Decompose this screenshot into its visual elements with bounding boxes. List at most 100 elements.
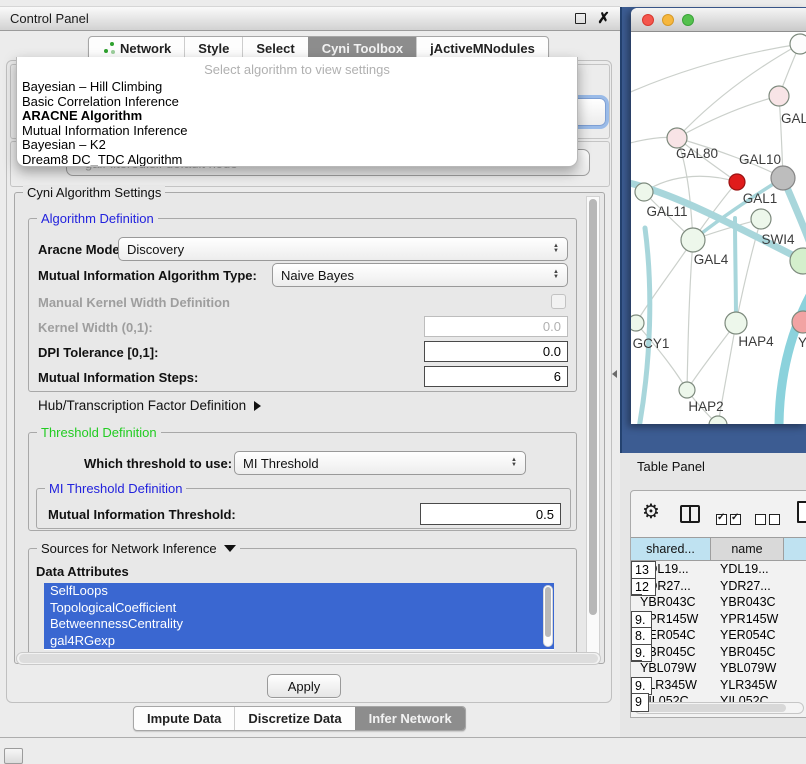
mi-steps-input[interactable]: [424, 366, 568, 387]
network-node-label-gal10: GAL10: [739, 152, 781, 167]
scrollbar-thumb[interactable]: [545, 587, 551, 637]
mi-threshold-input[interactable]: [420, 503, 561, 525]
table-horizontal-scrollbar[interactable]: [634, 702, 804, 714]
algorithm-definition-title: Algorithm Definition: [37, 211, 158, 226]
network-node-partial-top[interactable]: [790, 34, 806, 54]
zoom-traffic-light-icon[interactable]: [682, 14, 694, 26]
which-threshold-combo[interactable]: MI Threshold ▲▼: [234, 451, 526, 475]
sources-title-text: Sources for Network Inference: [41, 541, 217, 556]
network-node-label-hap2: HAP2: [688, 399, 723, 414]
algorithm-option[interactable]: Bayesian – K2: [17, 138, 577, 153]
algorithm-dropdown-placeholder: Select algorithm to view settings: [17, 59, 577, 80]
table-panel-title: Table Panel: [637, 459, 705, 474]
table-row[interactable]: YDR27...YDR27...12: [631, 578, 806, 595]
network-node-gal80[interactable]: [667, 128, 687, 148]
tab-impute-data[interactable]: Impute Data: [134, 707, 234, 730]
threshold-definition-title: Threshold Definition: [37, 425, 161, 440]
table-row[interactable]: YBL079WYBL079W: [631, 660, 806, 677]
network-node-red-node[interactable]: [729, 174, 745, 190]
table-cell: YBL079W: [711, 660, 784, 677]
scrollbar-thumb[interactable]: [636, 704, 786, 712]
unchecked-columns-icon[interactable]: [755, 512, 783, 530]
tab-label: Select: [256, 41, 294, 56]
kernel-width-label: Kernel Width (0,1):: [38, 320, 153, 335]
network-node-gal1[interactable]: [751, 209, 771, 229]
data-attribute-item[interactable]: gal4RGexp: [44, 633, 554, 650]
table-row[interactable]: YBR043CYBR043C: [631, 594, 806, 611]
network-node-label-hap4: HAP4: [738, 334, 774, 349]
settings-vertical-scrollbar[interactable]: [586, 196, 600, 658]
tab-discretize-data[interactable]: Discretize Data: [234, 707, 354, 730]
gear-icon[interactable]: ⚙: [642, 499, 660, 524]
network-canvas[interactable]: GALGAL80GAL10GAL1GAL11SWI4GAL4GCY1HAP4YH…: [631, 32, 806, 424]
scrollbar-thumb[interactable]: [589, 199, 597, 615]
mi-algorithm-type-combo[interactable]: Naive Bayes ▲▼: [272, 263, 568, 287]
table-cell: YPR145W: [711, 611, 784, 628]
table-row[interactable]: YLR345WYLR345W9.: [631, 677, 806, 694]
table-row[interactable]: YDL19...YDL19...13: [631, 561, 806, 578]
kernel-width-input[interactable]: [424, 316, 568, 337]
table-cell: [631, 660, 642, 662]
collapse-arrow-icon: [224, 545, 236, 552]
network-node-gal-clipped[interactable]: [769, 86, 789, 106]
settings-horizontal-scrollbar[interactable]: [16, 652, 601, 665]
data-attribute-item[interactable]: TopologicalCoefficient: [44, 600, 554, 617]
column-header[interactable]: shared...: [631, 537, 711, 561]
expander-arrow-icon: [254, 401, 261, 411]
network-node-label-gal-clipped: GAL: [781, 111, 806, 126]
algorithm-option[interactable]: ARACNE Algorithm: [17, 109, 577, 124]
close-traffic-light-icon[interactable]: [642, 14, 654, 26]
algorithm-dropdown-list: Bayesian – Hill ClimbingBasic Correlatio…: [17, 80, 577, 167]
network-node-label-gal1: GAL1: [743, 191, 778, 206]
column-header[interactable]: [784, 537, 806, 561]
algorithm-option[interactable]: Basic Correlation Inference: [17, 95, 577, 110]
network-node-gal11[interactable]: [635, 183, 653, 201]
bottom-divider: [0, 737, 806, 738]
network-node-partial-bottom[interactable]: [709, 416, 727, 424]
dpi-tolerance-label: DPI Tolerance [0,1]:: [38, 345, 158, 360]
table-panel: ⚙ shared...name YDL19...YDL19...13YDR27.…: [630, 490, 806, 718]
network-node-hap4[interactable]: [725, 312, 747, 334]
table-row[interactable]: YBR045CYBR045C9.: [631, 644, 806, 661]
column-header[interactable]: name: [711, 537, 784, 561]
tab-label: Style: [198, 41, 229, 56]
network-window[interactable]: GALGAL80GAL10GAL1GAL11SWI4GAL4GCY1HAP4YH…: [631, 8, 806, 424]
document-icon[interactable]: [797, 501, 806, 523]
network-node-gal10[interactable]: [771, 166, 795, 190]
minimize-traffic-light-icon[interactable]: [662, 14, 674, 26]
table-row[interactable]: YER054CYER054C8.: [631, 627, 806, 644]
hub-definition-expander[interactable]: Hub/Transcription Factor Definition: [38, 398, 261, 413]
network-node-gal4[interactable]: [681, 228, 705, 252]
data-attribute-item[interactable]: BetweennessCentrality: [44, 616, 554, 633]
scrollbar-thumb[interactable]: [19, 654, 598, 663]
network-window-titlebar[interactable]: [631, 8, 806, 32]
table-row[interactable]: YPR145WYPR145W9.: [631, 611, 806, 628]
apply-button[interactable]: Apply: [267, 674, 341, 698]
algorithm-option[interactable]: Mutual Information Inference: [17, 124, 577, 139]
algorithm-option[interactable]: Bayesian – Hill Climbing: [17, 80, 577, 95]
split-columns-icon[interactable]: [680, 505, 700, 523]
algorithm-dropdown: Select algorithm to view settings Bayesi…: [16, 57, 578, 167]
network-node-gcy1[interactable]: [631, 315, 644, 331]
network-node-label-gal11: GAL11: [646, 204, 687, 219]
manual-kernel-checkbox[interactable]: [551, 294, 566, 309]
checked-columns-icon[interactable]: [716, 512, 744, 530]
close-icon[interactable]: ✗: [597, 14, 610, 24]
float-panel-icon[interactable]: [575, 13, 586, 24]
attributes-scrollbar[interactable]: [543, 585, 553, 647]
bottom-tab-bar: Impute DataDiscretize DataInfer Network: [133, 706, 466, 731]
sources-title[interactable]: Sources for Network Inference: [37, 541, 240, 556]
dpi-tolerance-input[interactable]: [424, 341, 568, 362]
table-cell: YBR043C: [711, 594, 784, 611]
tab-label: Cyni Toolbox: [322, 41, 403, 56]
table-cell: YDR27...: [711, 578, 784, 595]
table-cell: YBL079W: [631, 660, 711, 677]
tab-infer-network[interactable]: Infer Network: [355, 707, 465, 730]
aracne-mode-combo[interactable]: Discovery ▲▼: [118, 237, 568, 261]
data-attribute-item[interactable]: SelfLoops: [44, 583, 554, 600]
algorithm-option[interactable]: Dream8 DC_TDC Algorithm: [17, 153, 577, 168]
mi-steps-label: Mutual Information Steps:: [38, 370, 198, 385]
network-nodes: [631, 34, 806, 424]
network-node-hap2[interactable]: [679, 382, 695, 398]
panel-collapse-arrow-icon[interactable]: [612, 370, 617, 378]
